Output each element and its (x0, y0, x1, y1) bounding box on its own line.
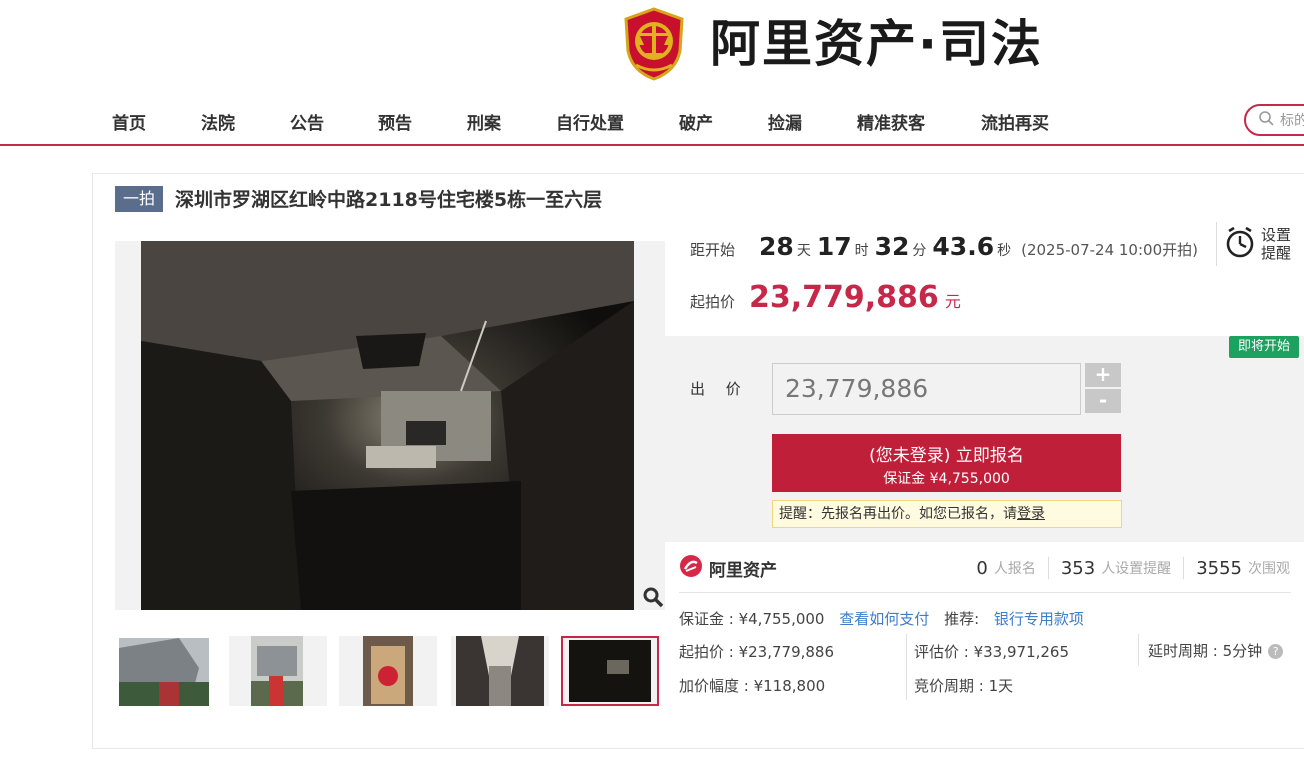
zoom-icon[interactable] (641, 585, 665, 609)
signup-button[interactable]: (您未登录) 立即报名 保证金 ¥4,755,000 (772, 434, 1121, 492)
bid-amount-input[interactable]: 23,779,886 (772, 363, 1081, 415)
detail-divider (906, 634, 907, 700)
nav-item-bargain[interactable]: 捡漏 (768, 109, 802, 134)
item-title: 深圳市罗湖区红岭中路2118号住宅楼5栋一至六层 (175, 189, 603, 211)
item-title-row: 一拍 深圳市罗湖区红岭中路2118号住宅楼5栋一至六层 (115, 185, 602, 212)
auction-start-time: (2025-07-24 10:00开拍) (1021, 241, 1198, 259)
thumbnail-2[interactable] (229, 636, 327, 706)
set-reminder-button[interactable]: 设置提醒 (1216, 222, 1295, 266)
thumbnail-1[interactable] (119, 638, 209, 706)
start-price-label: 起拍价 (690, 293, 736, 311)
nav-item-rebuy[interactable]: 流拍再买 (981, 109, 1049, 134)
countdown-minutes: 32 (874, 232, 910, 261)
login-link[interactable]: 登录 (1017, 506, 1045, 522)
countdown-hours: 17 (816, 232, 852, 261)
thumbnail-5-selected[interactable] (561, 636, 659, 706)
nav-item-home[interactable]: 首页 (112, 109, 146, 134)
countdown-days: 28 (759, 232, 794, 261)
court-emblem-icon (622, 7, 686, 81)
platform-name: 阿里资产 (709, 560, 777, 581)
bid-label: 出 价 (690, 380, 749, 398)
countdown-seconds-unit: 秒 (997, 243, 1012, 259)
alarm-clock-icon (1225, 225, 1255, 263)
main-photo[interactable] (141, 241, 634, 610)
detail-start-price: 起拍价 : ¥23,779,886 (679, 643, 835, 661)
countdown-days-unit: 天 (796, 243, 811, 259)
reminder-count-label: 人设置提醒 (1101, 561, 1172, 577)
deposit-row: 保证金 : ¥4,755,000 查看如何支付 推荐: 银行专用款项 (679, 608, 1084, 629)
logo-text: 阿里资产·司法 (710, 15, 1043, 73)
set-reminder-label: 设置提醒 (1261, 226, 1292, 262)
view-count-label: 次围观 (1248, 561, 1290, 577)
countdown-label: 距开始 (690, 241, 736, 259)
countdown-hours-unit: 时 (854, 243, 869, 259)
bank-payment-link[interactable]: 银行专用款项 (994, 610, 1084, 628)
countdown-seconds: 43.6 (932, 232, 995, 261)
platform-logo[interactable]: 阿里资产 (679, 554, 777, 582)
how-to-pay-link[interactable]: 查看如何支付 (839, 610, 929, 628)
signup-button-label: (您未登录) 立即报名 (869, 446, 1024, 466)
divider (679, 592, 1291, 593)
detail-divider (1138, 634, 1139, 666)
detail-delay-row: 延时周期 : 5分钟? (1148, 640, 1284, 661)
signup-tip: 提醒：先报名再出价。如您已报名，请登录 (772, 500, 1122, 528)
countdown: 距开始 28 天 17 时 32 分 43.6 秒 (2025-07-24 10… (690, 232, 1198, 261)
help-icon[interactable]: ? (1268, 644, 1284, 659)
view-count: 3555 (1196, 557, 1242, 579)
detail-bid-period: 竞价周期 : 1天 (914, 677, 1014, 695)
stat-divider (1047, 557, 1049, 579)
detail-increment: 加价幅度 : ¥118,800 (679, 677, 826, 695)
nav-item-notice[interactable]: 公告 (290, 109, 324, 134)
main-nav: 首页 法院 公告 预告 刑案 自行处置 破产 捡漏 精准获客 流拍再买 标的 (0, 96, 1304, 146)
stat-divider (1183, 557, 1185, 579)
start-price-row: 起拍价 23,779,886 元 (690, 280, 961, 315)
detail-delay: 延时周期 : 5分钟 (1148, 642, 1263, 660)
countdown-minutes-unit: 分 (912, 243, 927, 259)
detail-valuation: 评估价 : ¥33,971,265 (914, 643, 1070, 661)
search-input[interactable]: 标的 (1244, 104, 1304, 136)
start-price-value: 23,779,886 (749, 280, 939, 315)
nav-item-preview[interactable]: 预告 (378, 109, 412, 134)
alibaba-asset-icon (679, 554, 703, 582)
search-icon (1258, 110, 1274, 130)
search-placeholder: 标的 (1280, 113, 1304, 129)
auction-stats: 0 人报名 353 人设置提醒 3555 次围观 (976, 557, 1290, 579)
nav-item-court[interactable]: 法院 (201, 109, 235, 134)
deposit-info: 保证金 : ¥4,755,000 (679, 610, 825, 628)
signup-deposit-label: 保证金 ¥4,755,000 (883, 471, 1010, 487)
start-price-unit: 元 (944, 292, 961, 311)
signup-tip-text: 提醒：先报名再出价。如您已报名，请 (779, 506, 1017, 522)
recommend-label: 推荐: (944, 610, 980, 628)
thumbnail-4[interactable] (451, 636, 549, 706)
status-badge: 即将开始 (1229, 336, 1299, 358)
nav-item-precise-leads[interactable]: 精准获客 (857, 109, 925, 134)
signup-count-label: 人报名 (993, 561, 1036, 577)
signup-count: 0 (976, 557, 988, 579)
nav-item-criminal[interactable]: 刑案 (467, 109, 501, 134)
main-photo-frame (115, 241, 665, 610)
nav-item-self-disposal[interactable]: 自行处置 (556, 109, 624, 134)
increase-bid-button[interactable]: + (1085, 363, 1121, 387)
decrease-bid-button[interactable]: - (1085, 389, 1121, 413)
auction-round-badge: 一拍 (115, 185, 164, 212)
nav-item-bankruptcy[interactable]: 破产 (679, 109, 713, 134)
thumbnail-3[interactable] (339, 636, 437, 706)
reminder-count: 353 (1060, 557, 1096, 579)
site-logo[interactable]: 阿里资产·司法 (622, 6, 1043, 82)
